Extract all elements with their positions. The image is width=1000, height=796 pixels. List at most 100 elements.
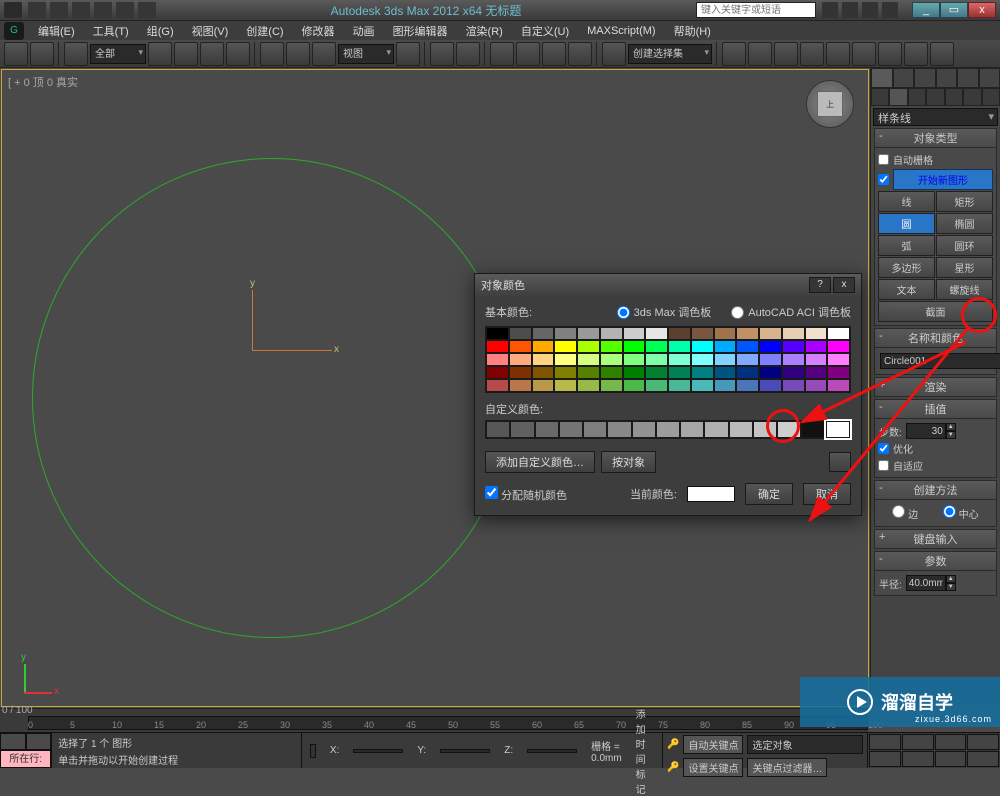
palette-swatch[interactable] bbox=[827, 366, 850, 379]
rotate-button[interactable] bbox=[286, 42, 310, 66]
palette-swatch[interactable] bbox=[668, 379, 691, 392]
tab-display-icon[interactable] bbox=[957, 68, 979, 88]
palette-swatch[interactable] bbox=[759, 366, 782, 379]
palette-swatch[interactable] bbox=[554, 379, 577, 392]
palette-swatch[interactable] bbox=[577, 327, 600, 340]
palette-swatch[interactable] bbox=[668, 340, 691, 353]
palette-swatch[interactable] bbox=[600, 379, 623, 392]
rollout-render[interactable]: +渲染 bbox=[874, 377, 997, 397]
shape-text-button[interactable]: 文本 bbox=[878, 279, 935, 300]
qat-button[interactable] bbox=[50, 2, 68, 18]
palette-swatch[interactable] bbox=[554, 327, 577, 340]
menu-create[interactable]: 创建(C) bbox=[238, 21, 291, 41]
window-crossing-button[interactable] bbox=[226, 42, 250, 66]
favorites-icon[interactable] bbox=[862, 2, 878, 18]
add-custom-color-button[interactable]: 添加自定义颜色… bbox=[485, 451, 595, 473]
palette-swatch[interactable] bbox=[532, 353, 555, 366]
z-field[interactable] bbox=[527, 749, 577, 753]
palette-3dsmax-radio[interactable]: 3ds Max 调色板 bbox=[617, 304, 712, 320]
startnew-checkbox[interactable] bbox=[878, 174, 889, 185]
palette-swatch[interactable] bbox=[554, 353, 577, 366]
custom-swatch[interactable] bbox=[801, 421, 825, 438]
tab-modify-icon[interactable] bbox=[893, 68, 915, 88]
palette-swatch[interactable] bbox=[600, 340, 623, 353]
menu-view[interactable]: 视图(V) bbox=[184, 21, 237, 41]
app-menu-icon[interactable]: G bbox=[4, 22, 24, 40]
palette-swatch[interactable] bbox=[827, 327, 850, 340]
key-target-combo[interactable]: 选定对象 bbox=[747, 735, 863, 754]
custom-swatch[interactable] bbox=[535, 421, 559, 438]
tab-hierarchy-icon[interactable] bbox=[914, 68, 936, 88]
palette-swatch[interactable] bbox=[827, 340, 850, 353]
selection-filter-combo[interactable]: 全部 bbox=[90, 44, 146, 64]
render-setup-button[interactable] bbox=[878, 42, 902, 66]
scale-button[interactable] bbox=[312, 42, 336, 66]
palette-swatch[interactable] bbox=[532, 379, 555, 392]
cancel-button[interactable]: 取消 bbox=[803, 483, 851, 505]
menu-tools[interactable]: 工具(T) bbox=[85, 21, 137, 41]
manip-button[interactable] bbox=[430, 42, 454, 66]
palette-swatch[interactable] bbox=[668, 353, 691, 366]
palette-swatch[interactable] bbox=[736, 366, 759, 379]
palette-swatch[interactable] bbox=[645, 379, 668, 392]
custom-swatch[interactable] bbox=[486, 421, 510, 438]
current-color-swatch[interactable] bbox=[687, 486, 735, 502]
angle-snap-button[interactable] bbox=[516, 42, 540, 66]
palette-swatch[interactable] bbox=[509, 340, 532, 353]
custom-swatch[interactable] bbox=[729, 421, 753, 438]
menu-rendering[interactable]: 渲染(R) bbox=[458, 21, 511, 41]
shape-ellipse-button[interactable]: 椭圆 bbox=[936, 213, 993, 234]
palette-swatch[interactable] bbox=[782, 353, 805, 366]
percent-snap-button[interactable] bbox=[542, 42, 566, 66]
palette-swatch[interactable] bbox=[691, 327, 714, 340]
palette-swatch[interactable] bbox=[600, 366, 623, 379]
custom-swatch[interactable] bbox=[510, 421, 534, 438]
autogrid-checkbox[interactable] bbox=[878, 154, 889, 165]
custom-swatch[interactable] bbox=[753, 421, 777, 438]
shape-circle-button[interactable]: 圆 bbox=[878, 213, 935, 234]
spinner-down-icon[interactable]: ▼ bbox=[946, 431, 956, 439]
palette-swatch[interactable] bbox=[782, 379, 805, 392]
key-icon[interactable]: 🔑 bbox=[667, 739, 679, 750]
menu-maxscript[interactable]: MAXScript(M) bbox=[579, 23, 663, 39]
layers-button[interactable] bbox=[774, 42, 798, 66]
viewcube-face[interactable]: 上 bbox=[817, 91, 843, 117]
palette-swatch[interactable] bbox=[805, 366, 828, 379]
cat-systems-icon[interactable] bbox=[982, 88, 1000, 106]
cat-lights-icon[interactable] bbox=[908, 88, 926, 106]
select-region-button[interactable] bbox=[200, 42, 224, 66]
menu-edit[interactable]: 编辑(E) bbox=[30, 21, 83, 41]
maximize-button[interactable]: ▭ bbox=[940, 2, 968, 18]
close-button[interactable]: x bbox=[968, 2, 996, 18]
radius-input[interactable] bbox=[906, 575, 946, 591]
palette-swatch[interactable] bbox=[827, 353, 850, 366]
viewcube[interactable]: 上 bbox=[806, 80, 854, 128]
shape-arc-button[interactable]: 弧 bbox=[878, 235, 935, 256]
menu-help[interactable]: 帮助(H) bbox=[666, 21, 719, 41]
minimize-button[interactable]: _ bbox=[912, 2, 940, 18]
shape-ngon-button[interactable]: 多边形 bbox=[878, 257, 935, 278]
x-field[interactable] bbox=[353, 749, 403, 753]
palette-swatch[interactable] bbox=[668, 366, 691, 379]
named-sel-combo[interactable]: 创建选择集 bbox=[628, 44, 712, 64]
spinner-up-icon[interactable]: ▲ bbox=[946, 575, 956, 583]
palette-swatch[interactable] bbox=[805, 353, 828, 366]
pan-icon[interactable] bbox=[935, 751, 967, 767]
palette-swatch[interactable] bbox=[805, 379, 828, 392]
palette-swatch[interactable] bbox=[714, 366, 737, 379]
menu-modifiers[interactable]: 修改器 bbox=[294, 21, 343, 41]
palette-swatch[interactable] bbox=[736, 379, 759, 392]
ok-button[interactable]: 确定 bbox=[745, 483, 793, 505]
palette-swatch[interactable] bbox=[623, 353, 646, 366]
palette-swatch[interactable] bbox=[623, 340, 646, 353]
palette-swatch[interactable] bbox=[554, 340, 577, 353]
rollout-interpolation[interactable]: -插值 bbox=[874, 399, 997, 419]
palette-swatch[interactable] bbox=[736, 327, 759, 340]
y-field[interactable] bbox=[440, 749, 490, 753]
start-new-shape-button[interactable]: 开始新图形 bbox=[893, 169, 993, 190]
help-search-input[interactable] bbox=[696, 2, 816, 18]
palette-swatch[interactable] bbox=[509, 379, 532, 392]
undo-button[interactable] bbox=[4, 42, 28, 66]
custom-swatch[interactable] bbox=[559, 421, 583, 438]
custom-swatch[interactable] bbox=[704, 421, 728, 438]
